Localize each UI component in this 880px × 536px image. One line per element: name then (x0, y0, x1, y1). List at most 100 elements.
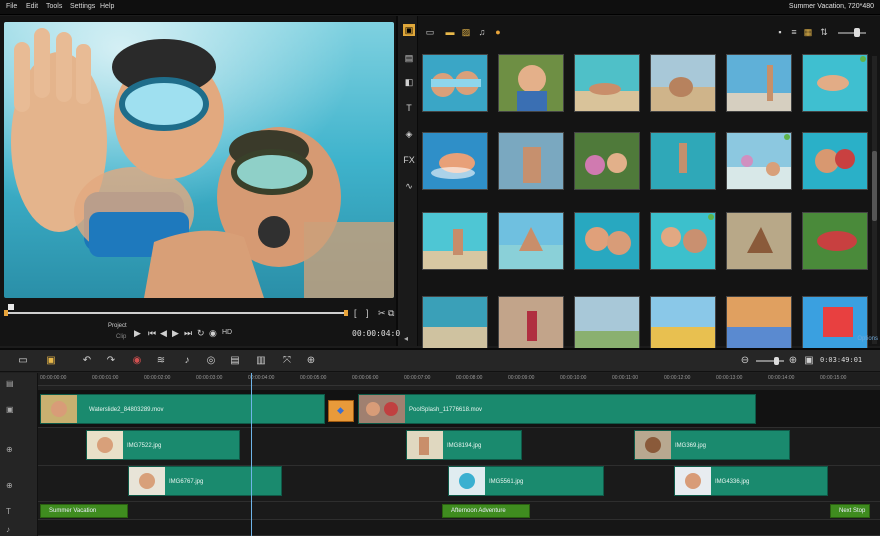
scrub-start-marker[interactable] (8, 304, 14, 310)
next-frame-icon[interactable]: ▶ (172, 328, 179, 338)
player-timecode[interactable]: 00:00:04:09 (352, 329, 405, 338)
playhead[interactable] (251, 373, 252, 536)
undo-icon[interactable]: ↶ (80, 354, 94, 368)
thumb-size-slider[interactable] (838, 32, 866, 34)
multi-trim-icon[interactable]: ▥ (254, 354, 268, 368)
overlay-clip[interactable]: IMG5561.jpg (448, 466, 604, 496)
title-icon[interactable]: T (403, 102, 415, 114)
list-view-icon[interactable]: ▪ (774, 26, 786, 38)
trim-marker-start[interactable] (4, 310, 8, 316)
overlay-clip[interactable]: IMG8194.jpg (406, 430, 522, 460)
overlay-clip[interactable]: IMG7522.jpg (86, 430, 240, 460)
zoom-in-icon[interactable]: ⊕ (786, 354, 800, 368)
menu-edit[interactable]: Edit (26, 3, 38, 10)
title-clip[interactable]: Next Stop (830, 504, 870, 518)
zoom-slider-handle[interactable] (774, 357, 779, 365)
menu-tools[interactable]: Tools (46, 3, 62, 10)
media-thumbnail[interactable] (802, 54, 868, 112)
zoom-slider[interactable] (756, 360, 784, 362)
media-thumbnail[interactable] (650, 212, 716, 270)
scrub-bar[interactable]: [ ] ✂ ⧉ (4, 304, 394, 320)
media-thumbnail[interactable] (802, 132, 868, 190)
hd-toggle[interactable]: HD (222, 329, 232, 336)
zoom-out-icon[interactable]: ⊖ (738, 354, 752, 368)
transition-icon[interactable]: ◧ (403, 76, 415, 88)
voice-track-icon[interactable]: ♪ (6, 525, 10, 534)
media-thumbnail[interactable] (498, 212, 564, 270)
redo-icon[interactable]: ↷ (104, 354, 118, 368)
media-thumbnail[interactable] (498, 296, 564, 348)
fit-project-icon[interactable]: ▣ (802, 354, 816, 368)
volume-icon[interactable]: ◉ (209, 328, 217, 338)
media-thumbnail[interactable] (498, 132, 564, 190)
track-manager-icon[interactable]: ▤ (6, 379, 14, 388)
split-screen-icon[interactable]: ⤧ (280, 354, 294, 368)
overlay-clip[interactable]: IMG6767.jpg (128, 466, 282, 496)
subtitle-editor-icon[interactable]: ▤ (228, 354, 242, 368)
motion-tracking-icon[interactable]: ◎ (204, 354, 218, 368)
details-view-icon[interactable]: ≡ (788, 26, 800, 38)
overlay-clip[interactable]: IMG4336.jpg (674, 466, 828, 496)
media-thumbnail[interactable] (574, 212, 640, 270)
folder-icon[interactable]: ▭ (424, 26, 436, 38)
path-icon[interactable]: ∿ (403, 180, 415, 192)
media-thumbnail[interactable] (422, 296, 488, 348)
media-thumbnail[interactable] (574, 132, 640, 190)
title-clip[interactable]: Afternoon Adventure (442, 504, 530, 518)
media-thumbnail[interactable] (574, 296, 640, 348)
video-filter-icon[interactable]: ▬ (444, 26, 456, 38)
filter-fx-icon[interactable]: FX (403, 154, 415, 166)
media-thumbnail[interactable] (422, 212, 488, 270)
media-thumbnail[interactable] (574, 54, 640, 112)
timeline-view-icon[interactable]: ▣ (44, 354, 58, 368)
library-expand-icon[interactable]: ◂ (404, 334, 408, 343)
thumbnail-view-icon[interactable]: ▦ (802, 26, 814, 38)
photo-filter-icon[interactable]: ▨ (460, 26, 472, 38)
media-thumbnail[interactable] (726, 132, 792, 190)
split-icon[interactable]: ✂ (378, 308, 386, 318)
media-thumbnail[interactable] (726, 212, 792, 270)
video-clip[interactable]: PoolSplash_11776618.mov (358, 394, 756, 424)
home-icon[interactable]: ⏮ (148, 328, 156, 338)
media-thumbnail[interactable] (422, 132, 488, 190)
timeline-ruler[interactable]: 00:00:00:00 00:00:01:00 00:00:02:00 00:0… (38, 373, 880, 386)
video-track-icon[interactable]: ▣ (6, 405, 14, 414)
trim-marker-end[interactable] (344, 310, 348, 316)
instant-project-icon[interactable]: ▤ (403, 52, 415, 64)
sound-filter-icon[interactable]: ● (492, 26, 504, 38)
project-mode-label[interactable]: Project (108, 323, 127, 329)
media-thumbnail[interactable] (650, 54, 716, 112)
auto-music-icon[interactable]: ♪ (180, 354, 194, 368)
overlay-track-2-icon[interactable]: ⊕ (6, 481, 13, 490)
sound-mixer-icon[interactable]: ≋ (154, 354, 168, 368)
video-preview[interactable] (4, 22, 394, 298)
media-thumbnail[interactable] (802, 212, 868, 270)
end-icon[interactable]: ⏭ (184, 328, 192, 338)
storyboard-view-icon[interactable]: ▭ (16, 354, 30, 368)
mark-out-icon[interactable]: ] (366, 308, 369, 318)
pan-zoom-icon[interactable]: ⊕ (304, 354, 318, 368)
menu-help[interactable]: Help (100, 3, 114, 10)
media-thumbnail[interactable] (650, 132, 716, 190)
clip-mode-label[interactable]: Clip (116, 334, 126, 340)
options-button[interactable]: Options (857, 336, 878, 342)
thumb-size-handle[interactable] (854, 28, 860, 37)
sort-icon[interactable]: ⇅ (818, 26, 830, 38)
media-thumbnail[interactable] (726, 296, 792, 348)
library-scroll-thumb[interactable] (872, 151, 877, 221)
video-clip[interactable]: Waterslide2_84803289.mov (40, 394, 325, 424)
overlay-clip[interactable]: IMG369.jpg (634, 430, 790, 460)
copy-icon[interactable]: ⧉ (388, 308, 394, 318)
title-track-icon[interactable]: T (6, 507, 11, 516)
mark-in-icon[interactable]: [ (354, 308, 357, 318)
prev-frame-icon[interactable]: ◀ (160, 328, 167, 338)
repeat-icon[interactable]: ↻ (197, 328, 205, 338)
media-thumbnail[interactable] (726, 54, 792, 112)
record-capture-icon[interactable]: ◉ (130, 354, 144, 368)
media-thumbnail[interactable] (422, 54, 488, 112)
menu-settings[interactable]: Settings (70, 3, 95, 10)
media-thumbnail[interactable] (650, 296, 716, 348)
play-icon[interactable]: ▶ (134, 328, 141, 338)
timeline-timecode[interactable]: 0:03:49:01 (820, 356, 862, 364)
transition-block[interactable]: ◆ (328, 400, 354, 422)
